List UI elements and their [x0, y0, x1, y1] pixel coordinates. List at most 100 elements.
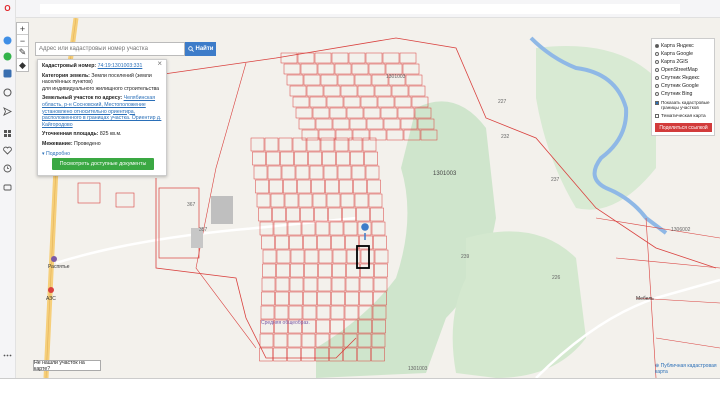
parcel — [374, 249, 389, 264]
selected-parcel[interactable] — [356, 245, 370, 269]
whatsapp-icon[interactable] — [2, 51, 13, 62]
parcel — [295, 165, 310, 180]
messenger-icon[interactable] — [2, 35, 13, 46]
parcel — [320, 74, 338, 86]
parcel — [273, 347, 287, 362]
parcel — [360, 249, 375, 264]
parcel — [276, 263, 290, 278]
parcel — [295, 107, 313, 119]
extensions-icon[interactable] — [2, 182, 13, 193]
more-link[interactable]: ▾ Подробно — [42, 151, 162, 158]
layer-radio[interactable] — [655, 92, 659, 96]
parcel — [366, 118, 384, 130]
search-button[interactable]: Найти — [185, 42, 216, 56]
layer-option[interactable]: Карта Google — [655, 50, 711, 58]
search-input[interactable] — [35, 42, 185, 56]
close-icon[interactable]: × — [157, 60, 162, 68]
parcel — [283, 179, 297, 194]
clock-icon[interactable] — [2, 163, 13, 174]
parcel-number: 367 — [187, 202, 196, 208]
parcel — [337, 74, 355, 86]
layer-option[interactable]: Спутник Google — [655, 82, 711, 90]
more-icon[interactable] — [2, 350, 13, 361]
parcel-info-card: × Кадастровый номер: 74:19:1301003:331 К… — [37, 59, 167, 176]
parcel — [340, 193, 355, 208]
apps-grid-icon[interactable] — [2, 128, 13, 139]
layers-icon[interactable]: ◆ — [17, 59, 28, 71]
area-label: Уточненная площадь: — [42, 131, 99, 138]
parcel — [258, 207, 272, 222]
parcel — [332, 263, 346, 278]
layer-radio[interactable] — [655, 76, 659, 80]
parcel — [262, 249, 277, 264]
parcel — [316, 305, 331, 320]
vk-icon[interactable] — [2, 68, 13, 79]
layer-option[interactable]: Спутник Яндекс — [655, 74, 711, 82]
zoom-out-button[interactable]: − — [17, 35, 28, 47]
thematic-checkbox[interactable] — [655, 114, 659, 118]
place-label: АЗС — [46, 296, 56, 302]
cadastral-number-label: Кадастровый номер: — [42, 63, 97, 69]
parcel — [405, 74, 423, 86]
share-link-button[interactable]: Поделиться ссылкой — [655, 123, 712, 132]
parcel — [345, 277, 360, 292]
parcel — [286, 207, 300, 222]
fuel-station-icon — [48, 287, 54, 293]
category-label: Категория земель: — [42, 72, 90, 79]
heart-icon[interactable] — [2, 145, 13, 156]
layer-radio[interactable] — [655, 52, 659, 56]
address-row: Земельный участок по адресу: Челябинская… — [42, 95, 162, 128]
show-borders-option[interactable]: Показать кадастровые границы участков — [655, 100, 711, 112]
layer-radio[interactable] — [655, 84, 659, 88]
area-value: 825 кв.м. — [99, 131, 122, 138]
parcel — [292, 96, 310, 108]
cadastral-number-link[interactable]: 74:19:1301003:331 — [98, 63, 143, 69]
send-icon[interactable] — [2, 106, 13, 117]
ruler-icon[interactable]: ✎ — [17, 47, 28, 59]
layer-option-label: Спутник Яндекс — [661, 75, 700, 81]
parcel — [283, 63, 301, 75]
view-documents-button[interactable]: Посмотреть доступные документы — [52, 158, 154, 170]
layer-option[interactable]: OpenStreetMap — [655, 66, 711, 74]
place-label: Распятье — [48, 264, 70, 270]
thematic-label: Тематическая карта — [661, 113, 706, 119]
layer-option[interactable]: Карта Яндекс — [655, 42, 711, 50]
opera-logo-icon[interactable]: O — [2, 3, 13, 14]
zoom-in-button[interactable]: + — [17, 23, 28, 35]
show-borders-checkbox[interactable] — [655, 101, 659, 105]
cadastral-number-row: Кадастровый номер: 74:19:1301003:331 — [42, 63, 162, 70]
parcel — [288, 305, 303, 320]
parcel — [77, 182, 101, 204]
parcel — [345, 291, 359, 306]
parcel-not-found-button[interactable]: Не нашли участок на карте? — [33, 360, 101, 372]
parcel — [367, 179, 381, 194]
parcel — [115, 192, 135, 208]
layer-option[interactable]: Карта 2GIS — [655, 58, 711, 66]
parcel — [289, 277, 304, 292]
parcel — [331, 291, 345, 306]
parcel — [289, 235, 303, 250]
parcel — [334, 63, 352, 75]
parcel — [312, 193, 327, 208]
layer-radio[interactable] — [655, 68, 659, 72]
category-row: Категория земель: Земли поселений (земли… — [42, 73, 162, 93]
layer-radio[interactable] — [655, 60, 659, 64]
parcel — [360, 96, 378, 108]
parcel — [351, 165, 366, 180]
survey-row: Межевание: Проведено — [42, 141, 162, 148]
parcel — [317, 63, 335, 75]
parcel — [318, 129, 336, 141]
parcel — [385, 63, 403, 75]
layer-radio[interactable] — [655, 44, 659, 48]
parcel — [273, 333, 288, 348]
parcel — [349, 118, 367, 130]
history-icon[interactable] — [2, 87, 13, 98]
parcel — [374, 263, 388, 278]
parcel — [274, 305, 289, 320]
layer-option[interactable]: Спутник Bing — [655, 90, 711, 98]
parcel — [300, 63, 318, 75]
parcel — [301, 333, 316, 348]
parcel — [343, 221, 358, 236]
thematic-option[interactable]: Тематическая карта — [655, 112, 711, 120]
attribution-link[interactable]: ⊕ Публичная кадастровая карта — [655, 363, 720, 375]
